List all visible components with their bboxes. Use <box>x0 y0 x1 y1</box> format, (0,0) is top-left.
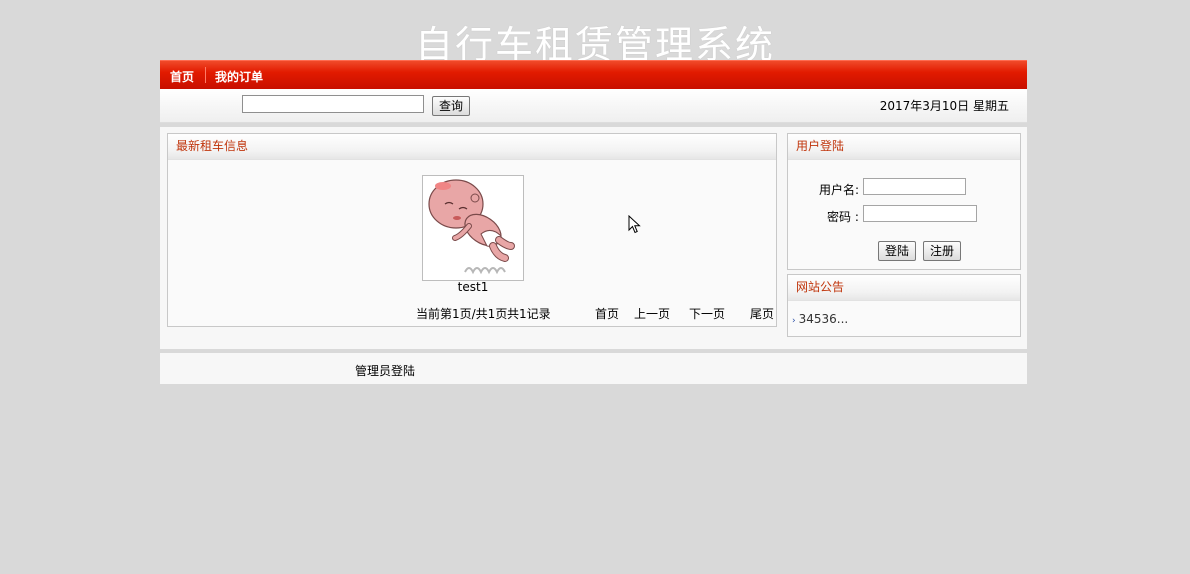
latest-rentals-title: 最新租车信息 <box>168 134 776 160</box>
pager-prev-link[interactable]: 上一页 <box>634 305 670 322</box>
cartoon-baby-image <box>423 176 523 280</box>
site-notice-panel: 网站公告 › 34536... <box>787 274 1021 337</box>
notice-item[interactable]: › 34536... <box>792 312 848 326</box>
search-input[interactable] <box>242 95 424 113</box>
rental-item-thumbnail[interactable] <box>422 175 524 281</box>
nav-my-orders-link[interactable]: 我的订单 <box>215 68 263 85</box>
mouse-pointer-icon <box>628 215 641 234</box>
user-login-panel: 用户登陆 用户名: 密码 : 登陆 注册 <box>787 133 1021 270</box>
latest-rentals-panel: 最新租车信息 test1 当前第1页/共1页 共1记录 首页 上一页 下一页 尾… <box>167 133 777 327</box>
notice-item-text: 34536... <box>798 312 849 326</box>
username-input[interactable] <box>863 178 966 195</box>
password-label: 密码 : <box>827 210 859 224</box>
user-login-title: 用户登陆 <box>788 134 1020 160</box>
password-input[interactable] <box>863 205 977 222</box>
search-bar: 查询 2017年3月10日 星期五 <box>160 89 1027 123</box>
login-button[interactable]: 登陆 <box>878 241 917 261</box>
nav-home-link[interactable]: 首页 <box>170 68 194 85</box>
register-button[interactable]: 注册 <box>923 241 962 261</box>
pager-total: 共1记录 <box>507 307 551 321</box>
pager-status: 当前第1页/共1页 <box>416 307 508 321</box>
pager-first-link[interactable]: 首页 <box>595 305 619 322</box>
pager-last-link[interactable]: 尾页 <box>750 305 774 322</box>
admin-login-link[interactable]: 管理员登陆 <box>355 362 415 379</box>
search-button[interactable]: 查询 <box>432 96 471 116</box>
username-label: 用户名: <box>819 183 860 197</box>
chevron-right-icon: › <box>792 316 796 326</box>
nav-divider <box>205 67 206 83</box>
site-notice-title: 网站公告 <box>788 275 1020 301</box>
pager-next-link[interactable]: 下一页 <box>689 305 725 322</box>
footer: 管理员登陆 <box>160 353 1027 384</box>
current-date: 2017年3月10日 星期五 <box>879 99 1009 113</box>
rental-item-name[interactable]: test1 <box>422 280 524 294</box>
main-nav: 首页 我的订单 <box>160 60 1027 89</box>
main-content: 最新租车信息 test1 当前第1页/共1页 共1记录 首页 上一页 下一页 尾… <box>160 127 1027 349</box>
